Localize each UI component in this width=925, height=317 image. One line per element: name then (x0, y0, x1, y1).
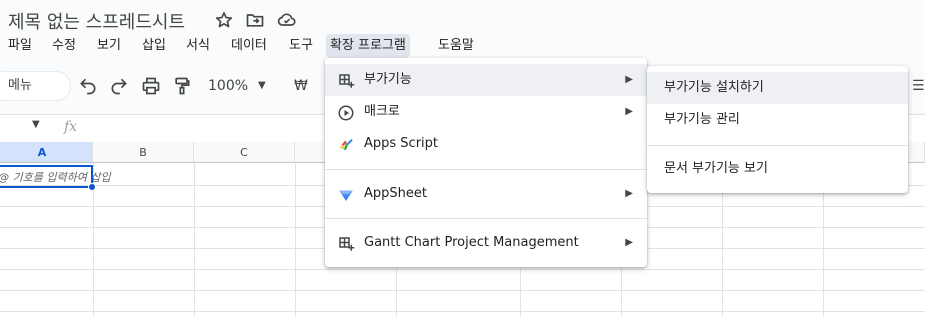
undo-icon[interactable] (76, 74, 100, 98)
submenu-item-label: 문서 부가기능 보기 (664, 161, 768, 176)
menu-help[interactable]: 도움말 (434, 34, 478, 58)
fx-icon: fx (64, 119, 78, 135)
menu-file[interactable]: 파일 (4, 34, 36, 58)
menu-extensions[interactable]: 확장 프로그램 (326, 34, 410, 58)
currency-format-button[interactable]: ₩ (294, 74, 308, 98)
menu-separator (647, 145, 908, 146)
extensions-menu: 부가기능 ▶ 매크로 ▶ Apps Script AppSheet ▶ Gant… (325, 58, 647, 267)
addon-icon (337, 235, 355, 253)
addons-submenu: 부가기능 설치하기 부가기능 관리 문서 부가기능 보기 (647, 66, 908, 193)
paint-format-icon[interactable] (170, 74, 194, 98)
menu-item-label: Gantt Chart Project Management (364, 235, 579, 250)
apps-script-icon (337, 136, 355, 154)
submenu-arrow-icon: ▶ (625, 74, 633, 85)
zoom-select[interactable]: 100% (208, 74, 248, 98)
fill-handle[interactable] (88, 183, 96, 191)
column-divider (295, 163, 296, 317)
menu-item-macros[interactable]: 매크로 ▶ (325, 96, 647, 128)
title-row: 제목 없는 스프레드시트 (0, 0, 925, 38)
active-cell-a1[interactable] (0, 165, 93, 188)
submenu-item-manage-addons[interactable]: 부가기능 관리 (647, 104, 908, 136)
menu-data[interactable]: 데이터 (227, 34, 271, 58)
column-divider (194, 163, 195, 317)
appsheet-icon (337, 186, 355, 204)
menu-insert[interactable]: 삽입 (138, 34, 170, 58)
menu-edit[interactable]: 수정 (48, 34, 80, 58)
column-header-a[interactable]: A (0, 142, 93, 163)
menu-item-label: AppSheet (364, 186, 427, 201)
cloud-saved-icon[interactable] (277, 10, 297, 30)
menu-tools[interactable]: 도구 (285, 34, 317, 58)
redo-icon[interactable] (107, 74, 131, 98)
star-icon[interactable] (214, 10, 234, 30)
zoom-dropdown-icon[interactable]: ▼ (258, 74, 266, 98)
menu-format[interactable]: 서식 (182, 34, 214, 58)
submenu-item-label: 부가기능 관리 (664, 112, 740, 127)
macro-play-icon (337, 104, 355, 122)
menu-item-label: 매크로 (364, 104, 400, 119)
menu-separator (325, 169, 647, 170)
menu-item-apps-script[interactable]: Apps Script (325, 128, 647, 160)
column-header-b[interactable]: B (93, 142, 194, 163)
addon-icon (337, 72, 355, 90)
menu-item-gantt-chart[interactable]: Gantt Chart Project Management ▶ (325, 227, 647, 259)
menu-view[interactable]: 보기 (93, 34, 125, 58)
row-divider (0, 269, 925, 270)
submenu-item-label: 부가기능 설치하기 (664, 80, 764, 95)
menu-separator (325, 218, 647, 219)
more-toolbar-icon[interactable]: ☰ (912, 74, 925, 98)
print-icon[interactable] (139, 74, 163, 98)
column-header-c[interactable]: C (194, 142, 295, 163)
move-folder-icon[interactable] (245, 10, 265, 30)
menu-item-appsheet[interactable]: AppSheet ▶ (325, 178, 647, 210)
document-title[interactable]: 제목 없는 스프레드시트 (8, 8, 185, 34)
row-divider (0, 290, 925, 291)
name-box-dropdown-icon[interactable]: ▼ (32, 119, 40, 130)
submenu-item-get-addons[interactable]: 부가기능 설치하기 (647, 72, 908, 104)
menu-item-label: 부가기능 (364, 72, 412, 87)
submenu-arrow-icon: ▶ (625, 188, 633, 199)
menu-item-label: Apps Script (364, 136, 439, 151)
row-divider (0, 311, 925, 312)
search-menus-button[interactable]: 메뉴 (0, 72, 70, 100)
menu-item-addons[interactable]: 부가기능 ▶ (325, 64, 647, 96)
submenu-item-document-addons[interactable]: 문서 부가기능 보기 (647, 153, 908, 185)
submenu-arrow-icon: ▶ (625, 106, 633, 117)
menu-bar: 파일 수정 보기 삽입 서식 데이터 도구 확장 프로그램 도움말 (0, 34, 925, 60)
submenu-arrow-icon: ▶ (625, 237, 633, 248)
